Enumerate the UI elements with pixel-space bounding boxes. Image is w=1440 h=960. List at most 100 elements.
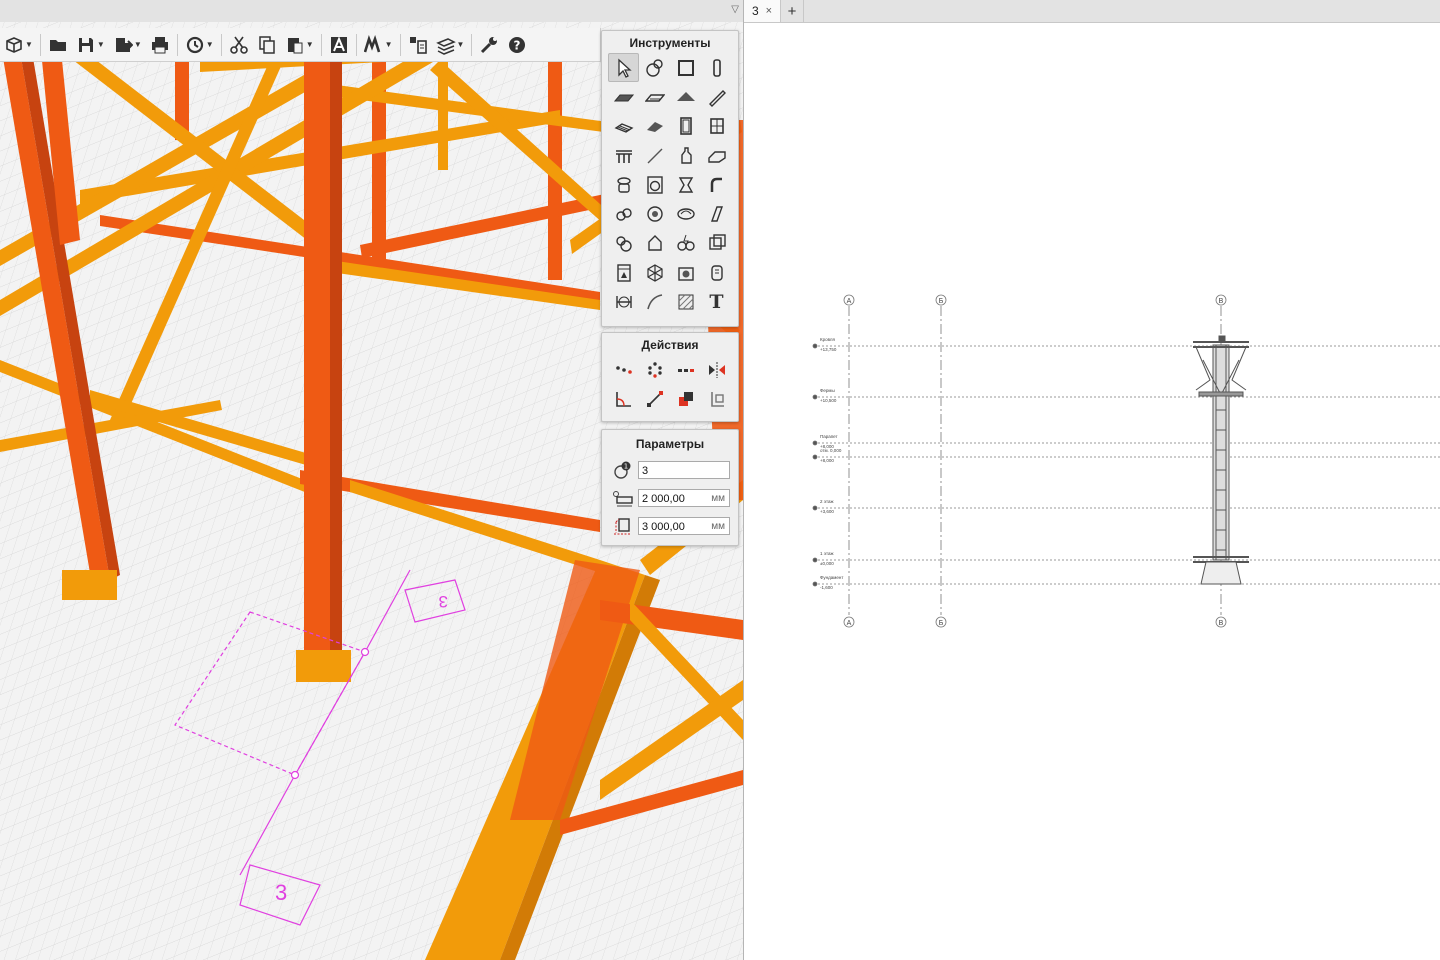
close-icon[interactable]: × bbox=[766, 5, 772, 17]
elevation-drawing[interactable]: А Б В А Б В Кровля +13,750 Фермы +10,500 Парапет… bbox=[744, 22, 1440, 960]
electric-tool[interactable] bbox=[670, 229, 701, 258]
roof-tool[interactable] bbox=[670, 82, 701, 111]
array-circle-icon bbox=[647, 361, 662, 378]
column-tool[interactable] bbox=[701, 53, 732, 82]
help-button[interactable]: ? bbox=[503, 31, 531, 59]
level-name: Парапет bbox=[820, 434, 838, 439]
column-icon bbox=[712, 58, 721, 77]
hatch-tool[interactable] bbox=[670, 287, 701, 316]
array-dots-tool[interactable] bbox=[670, 355, 701, 384]
angle-tool[interactable] bbox=[608, 384, 639, 413]
array-line-tool[interactable] bbox=[608, 355, 639, 384]
railing-tool[interactable] bbox=[608, 141, 639, 170]
washer-tool[interactable] bbox=[639, 170, 670, 199]
view-3d-button[interactable]: ▼ bbox=[0, 31, 37, 59]
mirror-tool[interactable] bbox=[701, 355, 732, 384]
beam-tool[interactable] bbox=[701, 82, 732, 111]
print-icon bbox=[151, 36, 168, 53]
shaft-tool[interactable] bbox=[701, 199, 732, 228]
dropdown-arrow-icon[interactable]: ▼ bbox=[385, 40, 393, 49]
export-button[interactable]: ▼ bbox=[109, 31, 146, 59]
pipe-tool[interactable] bbox=[701, 170, 732, 199]
assembly-tool[interactable] bbox=[608, 229, 639, 258]
figure-tool[interactable] bbox=[670, 141, 701, 170]
level-name: Кровля bbox=[820, 337, 836, 342]
fitting-tool[interactable] bbox=[670, 170, 701, 199]
dropdown-arrow-icon[interactable]: ▼ bbox=[306, 40, 314, 49]
open-button[interactable] bbox=[44, 31, 72, 59]
window-tool[interactable] bbox=[701, 112, 732, 141]
print-button[interactable] bbox=[146, 31, 174, 59]
array-circle-tool[interactable] bbox=[639, 355, 670, 384]
paste-button[interactable]: ▼ bbox=[281, 31, 318, 59]
lamp-tool[interactable] bbox=[639, 229, 670, 258]
text-tool[interactable]: T bbox=[701, 287, 732, 316]
plumbing-tool[interactable] bbox=[608, 170, 639, 199]
stair-tool[interactable] bbox=[608, 112, 639, 141]
drawing-pane[interactable]: 3 × + А Б В А Б В Кровля +13,750 Фермы +… bbox=[744, 0, 1440, 960]
slab-tool[interactable] bbox=[608, 82, 639, 111]
valve-tool[interactable] bbox=[608, 199, 639, 228]
coil-tool[interactable] bbox=[670, 199, 701, 228]
plate-tool[interactable] bbox=[639, 82, 670, 111]
views-button[interactable]: ▼ bbox=[432, 31, 469, 59]
ramp-tool[interactable] bbox=[639, 112, 670, 141]
move-diagonal-icon bbox=[646, 390, 663, 407]
panel-tool[interactable] bbox=[608, 258, 639, 287]
select-tool[interactable] bbox=[608, 53, 639, 83]
pump-tool[interactable] bbox=[639, 199, 670, 228]
tab-3[interactable]: 3 × bbox=[744, 0, 781, 22]
render-icon bbox=[363, 34, 380, 52]
curve-tool[interactable] bbox=[639, 287, 670, 316]
roof-icon bbox=[676, 91, 695, 101]
dropdown-arrow-icon[interactable]: ▼ bbox=[457, 40, 465, 49]
render-button[interactable]: ▼ bbox=[360, 31, 397, 59]
sync-icon bbox=[186, 36, 203, 53]
attach-tool[interactable] bbox=[701, 384, 732, 413]
lamp-icon bbox=[647, 235, 662, 252]
stair-icon bbox=[614, 123, 633, 134]
dimension-tool[interactable] bbox=[608, 287, 639, 316]
door-tool[interactable] bbox=[670, 112, 701, 141]
section-marker-top[interactable]: 3 bbox=[439, 592, 448, 611]
socket-tool[interactable] bbox=[701, 229, 732, 258]
polyhedron-tool[interactable] bbox=[639, 258, 670, 287]
pane-menu-icon[interactable]: ▽ bbox=[731, 4, 739, 15]
cut-button[interactable] bbox=[225, 31, 253, 59]
copy-button[interactable] bbox=[253, 31, 281, 59]
distance-field[interactable]: 2 000,00 мм bbox=[638, 489, 730, 507]
level-name: Фундамент bbox=[820, 575, 843, 580]
assembly-icon bbox=[615, 236, 632, 253]
settings-button[interactable] bbox=[475, 31, 503, 59]
copy-block-tool[interactable] bbox=[670, 384, 701, 413]
dropdown-arrow-icon[interactable]: ▼ bbox=[134, 40, 142, 49]
copy-icon bbox=[258, 35, 275, 54]
section-marker-bottom[interactable]: 3 bbox=[275, 880, 287, 905]
dropdown-arrow-icon[interactable]: ▼ bbox=[25, 40, 33, 49]
dropdown-arrow-icon[interactable]: ▼ bbox=[97, 40, 105, 49]
sync-button[interactable]: ▼ bbox=[181, 31, 218, 59]
add-tab-button[interactable]: + bbox=[781, 0, 804, 22]
model-3d-pane[interactable]: ▽ 3 3 ▼ ▼ ▼ ▼ ▼ ▼ ▼ ? Инструменты T Дейс… bbox=[0, 0, 743, 960]
count-value: 3 bbox=[642, 465, 649, 477]
device-tool[interactable] bbox=[701, 258, 732, 287]
count-field[interactable]: 3 bbox=[638, 461, 730, 479]
height-field[interactable]: 3 000,00 мм bbox=[638, 517, 730, 535]
line-tool[interactable] bbox=[639, 141, 670, 170]
axis-label: Б bbox=[939, 620, 944, 627]
axis-label: Б bbox=[939, 298, 944, 305]
duct-tool[interactable] bbox=[701, 141, 732, 170]
stamp-tool[interactable] bbox=[639, 53, 670, 82]
camera-tool[interactable] bbox=[670, 258, 701, 287]
svg-text:1: 1 bbox=[624, 463, 628, 471]
layout-icon bbox=[409, 36, 427, 54]
text-style-button[interactable] bbox=[325, 31, 353, 59]
axis-labels-bottom: А Б В bbox=[847, 620, 1224, 627]
dropdown-arrow-icon[interactable]: ▼ bbox=[206, 40, 214, 49]
layout-button[interactable] bbox=[404, 31, 432, 59]
save-button[interactable]: ▼ bbox=[72, 31, 109, 59]
pump-icon bbox=[646, 206, 663, 222]
left-tab-bar: ▽ bbox=[0, 0, 743, 23]
rectangle-tool[interactable] bbox=[670, 53, 701, 82]
move-diagonal-tool[interactable] bbox=[639, 384, 670, 413]
